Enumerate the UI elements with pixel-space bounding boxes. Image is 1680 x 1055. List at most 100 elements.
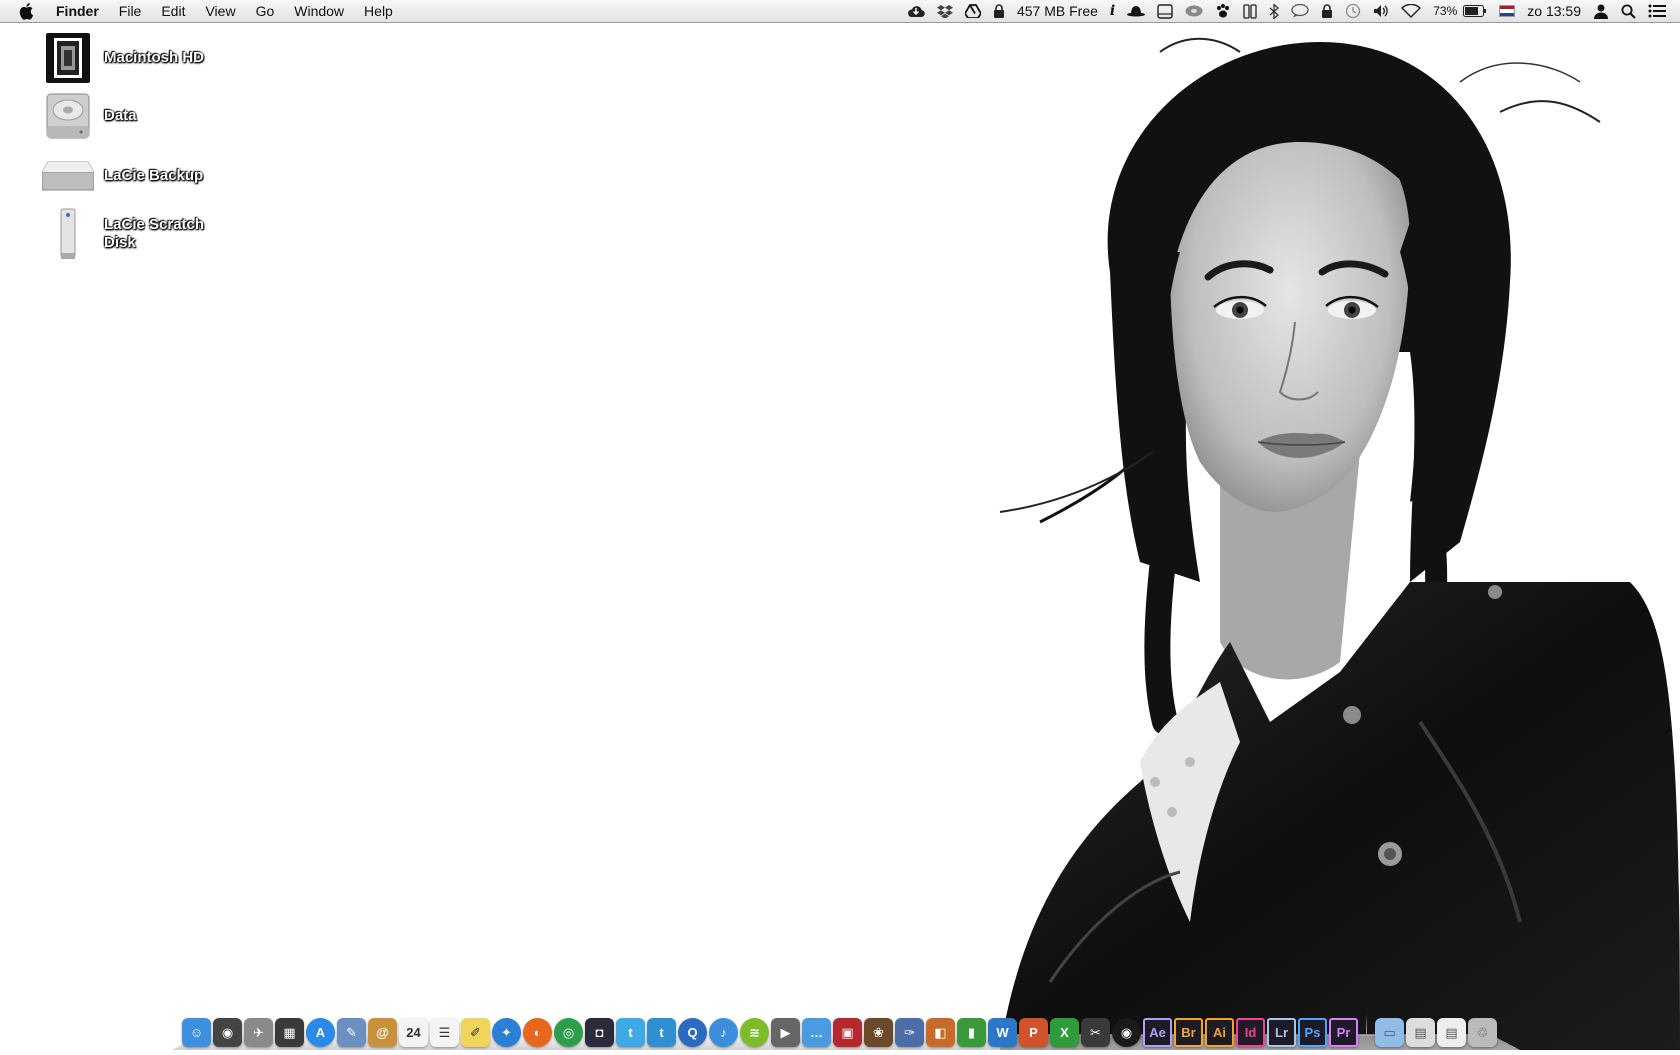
dock-chrome-icon[interactable]: ◎ [554, 1018, 583, 1047]
dock-illustrator-icon[interactable]: Ai [1205, 1018, 1234, 1047]
dock-spotify-icon[interactable]: ≋ [740, 1018, 769, 1047]
menu-help[interactable]: Help [354, 0, 403, 22]
boot-drive-icon[interactable] [40, 30, 96, 86]
hard-drive-icon[interactable] [40, 88, 96, 144]
battery-percent[interactable]: 73% [1427, 0, 1463, 22]
dock-icon-glyph: ✑ [904, 1024, 915, 1040]
split-view-icon[interactable] [1237, 0, 1263, 22]
dock-safari-icon[interactable]: ✦ [492, 1018, 521, 1047]
dock-dashboard-icon[interactable]: ◉ [213, 1018, 242, 1047]
dock-icon-glyph: ✂ [1090, 1024, 1101, 1040]
dock-messages-icon[interactable]: … [802, 1018, 831, 1047]
desktop-item-macintosh-hd[interactable]: Macintosh HD [40, 30, 240, 86]
dock-icon-glyph: ♪ [720, 1025, 727, 1040]
dock-lightroom-icon[interactable]: Lr [1267, 1018, 1296, 1047]
dock-icon-glyph: t [659, 1025, 664, 1040]
volume-icon[interactable] [1367, 0, 1395, 22]
dock-firefox-icon[interactable]: ◐ [523, 1018, 552, 1047]
lock-icon[interactable] [987, 0, 1011, 22]
menu-edit[interactable]: Edit [151, 0, 195, 22]
dock-facetime-icon[interactable]: ▶ [771, 1018, 800, 1047]
dock-trash-icon[interactable]: ♲ [1468, 1018, 1497, 1047]
dock-photoshop-icon[interactable]: Ps [1298, 1018, 1327, 1047]
dock-calendar-icon[interactable]: 24 [399, 1018, 428, 1047]
notification-center-icon[interactable] [1642, 0, 1672, 22]
menu-go[interactable]: Go [246, 0, 285, 22]
flag-stripe-blue [1500, 12, 1515, 16]
dock-launchpad-icon[interactable]: ✈ [244, 1018, 273, 1047]
desktop-item-data[interactable]: Data [40, 88, 240, 144]
padlock-icon[interactable] [1315, 0, 1339, 22]
dock-icon-glyph: ◧ [934, 1024, 947, 1040]
desktop-item-lacie-scratch-disk[interactable]: LaCie Scratch Disk [40, 206, 240, 262]
dock-icon-glyph: X [1060, 1025, 1069, 1040]
dock-icon-glyph: ▦ [283, 1024, 296, 1040]
dock-icon-glyph: ◉ [221, 1024, 234, 1040]
dock-final-cut-icon[interactable]: ✂ [1081, 1018, 1110, 1047]
dock-photo-book-icon[interactable]: ▣ [833, 1018, 862, 1047]
menubar-clock[interactable]: zo 13:59 [1521, 0, 1587, 22]
info-icon[interactable]: i [1104, 0, 1121, 22]
dock-icon-glyph: P [1029, 1025, 1038, 1040]
desktop-item-lacie-backup[interactable]: LaCie Backup [40, 148, 240, 204]
dock-pixelmator-icon[interactable]: ✑ [895, 1018, 924, 1047]
drive-icon[interactable] [1151, 0, 1179, 22]
bluetooth-icon[interactable] [1263, 0, 1285, 22]
dock-icon-glyph: t [628, 1025, 633, 1040]
dock-aperture-icon[interactable]: ◉ [1112, 1018, 1141, 1047]
dock-powerpoint-icon[interactable]: P [1019, 1018, 1048, 1047]
dock-icon-glyph: ☰ [438, 1024, 451, 1040]
dock-finder-icon[interactable]: ☺ [182, 1018, 211, 1047]
dock-icon-glyph: ♲ [1476, 1024, 1489, 1040]
dock-app-store-icon[interactable]: A [306, 1018, 335, 1047]
user-icon[interactable] [1587, 0, 1615, 22]
menu-app-finder[interactable]: Finder [50, 0, 109, 22]
external-drive-icon[interactable] [40, 148, 96, 204]
desktop-item-label: LaCie Scratch Disk [104, 216, 205, 251]
menu-view[interactable]: View [195, 0, 245, 22]
tower-drive-icon[interactable] [40, 206, 96, 262]
hat-icon[interactable] [1121, 0, 1151, 22]
paw-icon[interactable] [1209, 0, 1237, 22]
cloud-upload-icon[interactable] [901, 0, 931, 22]
battery-icon[interactable] [1463, 0, 1493, 22]
flag-nl-icon[interactable] [1493, 0, 1521, 22]
dock-downloads-folder-icon[interactable]: ▭ [1375, 1018, 1404, 1047]
memory-free-status[interactable]: 457 MB Free [1011, 0, 1104, 22]
dock-icon-label: Br [1181, 1025, 1196, 1040]
dropbox-icon[interactable] [931, 0, 959, 22]
dock-premiere-icon[interactable]: Pr [1329, 1018, 1358, 1047]
menu-file[interactable]: File [109, 0, 152, 22]
wifi-icon[interactable] [1395, 0, 1427, 22]
spotlight-icon[interactable] [1615, 0, 1642, 22]
dock-word-icon[interactable]: W [988, 1018, 1017, 1047]
apple-menu-icon[interactable] [18, 2, 36, 20]
dock-iphoto-icon[interactable]: ❀ [864, 1018, 893, 1047]
dock-photo-booth-icon[interactable]: ◘ [585, 1018, 614, 1047]
dock-after-effects-icon[interactable]: Ae [1143, 1018, 1172, 1047]
dock-notes-icon[interactable]: ✐ [461, 1018, 490, 1047]
dock-bridge-icon[interactable]: Br [1174, 1018, 1203, 1047]
dock-document-stack-icon[interactable]: ▤ [1437, 1018, 1466, 1047]
dock-numbers-icon[interactable]: ▮ [957, 1018, 986, 1047]
dock-keynote-icon[interactable]: ◧ [926, 1018, 955, 1047]
dock-preview-icon[interactable]: ✎ [337, 1018, 366, 1047]
dock-excel-icon[interactable]: X [1050, 1018, 1079, 1047]
menu-window[interactable]: Window [284, 0, 354, 22]
chat-bubble-icon[interactable] [1285, 0, 1315, 22]
dock-contacts-icon[interactable]: @ [368, 1018, 397, 1047]
dock-itunes-icon[interactable]: ♪ [709, 1018, 738, 1047]
dock-indesign-icon[interactable]: Id [1236, 1018, 1265, 1047]
time-machine-icon[interactable] [1339, 0, 1367, 22]
dock-icon-glyph: W [996, 1025, 1009, 1040]
disc-icon[interactable] [1179, 0, 1209, 22]
google-drive-icon[interactable] [959, 0, 987, 22]
dock-recent-photo-stack-icon[interactable]: ▤ [1406, 1018, 1435, 1047]
dock-app-list: ☺ ◉ ✈ ▦ A ✎ @24 ☰ ✐ ✦ ◐ ◎ ◘ t t Q ♪ ≋ ▶ … ▣ ❀ ✑ ◧ ▮ W P X ✂ ◉ Ae Br Ai Id… [182, 1009, 1497, 1047]
dock-tweetbot-icon[interactable]: t [647, 1018, 676, 1047]
dock-reminders-icon[interactable]: ☰ [430, 1018, 459, 1047]
dock-icon-glyph: … [810, 1025, 823, 1040]
dock-quicktime-icon[interactable]: Q [678, 1018, 707, 1047]
dock-mission-control-icon[interactable]: ▦ [275, 1018, 304, 1047]
dock-twitter-icon[interactable]: t [616, 1018, 645, 1047]
